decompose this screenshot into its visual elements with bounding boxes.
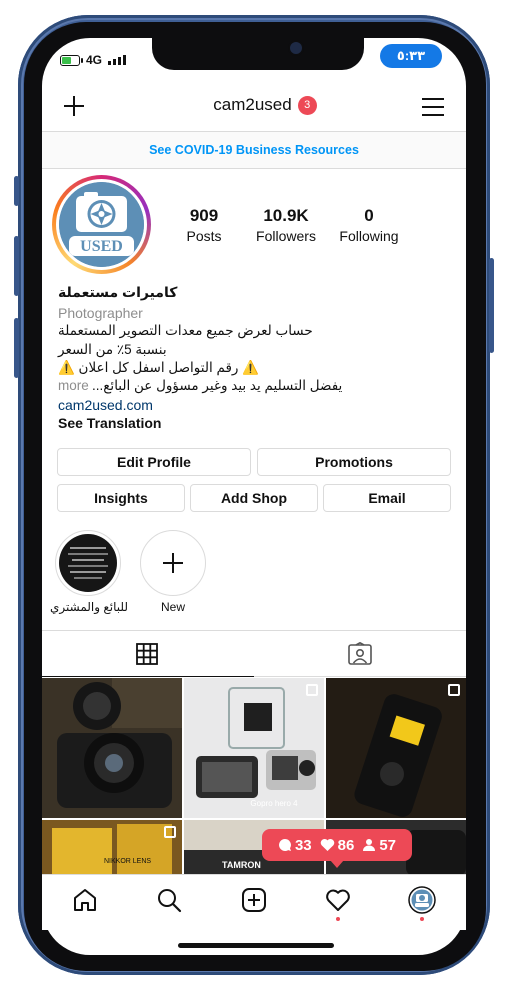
see-translation-link[interactable]: See Translation bbox=[58, 415, 161, 431]
signal-icon bbox=[108, 55, 127, 65]
plus-icon[interactable] bbox=[62, 94, 86, 118]
profile-username[interactable]: cam2used 3 bbox=[170, 95, 360, 115]
website-link[interactable]: cam2used.com bbox=[58, 397, 153, 413]
profile-avatar[interactable]: USED bbox=[52, 175, 151, 274]
activity-notification-pill[interactable]: 33 86 57 bbox=[262, 829, 412, 868]
volume-down-button bbox=[14, 318, 19, 378]
stat-label: Following bbox=[339, 228, 399, 244]
bio-line: يفضل التسليم يد بيد وغير مسؤول عن البائع… bbox=[92, 378, 343, 393]
profile-dot bbox=[420, 917, 424, 921]
home-icon[interactable] bbox=[72, 887, 98, 913]
search-icon[interactable] bbox=[156, 887, 182, 913]
bio-more-link[interactable]: more bbox=[58, 378, 89, 393]
avatar-logo-text: USED bbox=[80, 238, 123, 255]
profile-category: Photographer bbox=[58, 305, 143, 321]
activity-heart-icon[interactable] bbox=[325, 887, 351, 913]
username-text: cam2used bbox=[213, 95, 292, 114]
new-post-icon[interactable] bbox=[241, 887, 267, 913]
edit-profile-button[interactable]: Edit Profile bbox=[57, 448, 251, 476]
followers-count: 57 bbox=[362, 837, 396, 854]
notification-badge: 3 bbox=[297, 95, 317, 115]
comments-count: 33 bbox=[278, 837, 312, 854]
plus-icon bbox=[163, 553, 183, 573]
heart-icon bbox=[320, 838, 334, 851]
likes-count: 86 bbox=[320, 836, 355, 854]
banner-divider bbox=[42, 168, 466, 169]
post-image bbox=[42, 678, 182, 818]
profile-tab-avatar[interactable] bbox=[408, 886, 436, 914]
highlight-thumbnail bbox=[59, 534, 117, 592]
status-bar-left: 4G bbox=[60, 53, 127, 67]
stat-value: 0 bbox=[364, 206, 374, 225]
stat-followers[interactable]: 10.9K Followers bbox=[246, 206, 326, 244]
person-icon bbox=[363, 839, 376, 851]
stat-value: 909 bbox=[189, 206, 219, 225]
grid-post[interactable]: Gopro hero 4 bbox=[184, 678, 324, 818]
grid-post-caption: Gopro hero 4 bbox=[250, 799, 298, 808]
bio-line: حساب لعرض جميع معدات التصوير المستعملة bbox=[58, 323, 313, 338]
stat-posts[interactable]: 909 Posts bbox=[164, 206, 244, 244]
menu-icon[interactable] bbox=[422, 97, 444, 117]
grid-post-caption: TAMRON bbox=[222, 860, 261, 870]
bio-line: ⚠️ رقم التواصل اسفل كل اعلان ⚠️ bbox=[58, 360, 259, 375]
post-image bbox=[326, 678, 466, 818]
comment-icon bbox=[279, 839, 291, 851]
new-highlight-button[interactable] bbox=[140, 530, 206, 596]
stat-label: Posts bbox=[186, 228, 222, 244]
multiple-photos-icon bbox=[306, 684, 318, 696]
grid-post[interactable] bbox=[42, 678, 182, 818]
tab-divider bbox=[254, 676, 466, 677]
promotions-button[interactable]: Promotions bbox=[257, 448, 451, 476]
home-indicator bbox=[178, 943, 334, 948]
highlight-story[interactable] bbox=[55, 530, 121, 596]
volume-up-button bbox=[14, 236, 19, 296]
post-image bbox=[184, 678, 324, 818]
insights-button[interactable]: Insights bbox=[57, 484, 185, 512]
grid-post[interactable]: NIKKOR LENS bbox=[42, 820, 182, 876]
tabs-divider bbox=[42, 630, 466, 631]
email-button[interactable]: Email bbox=[323, 484, 451, 512]
stat-following[interactable]: 0 Following bbox=[329, 206, 409, 244]
active-tab-indicator bbox=[42, 676, 254, 677]
front-camera bbox=[290, 42, 302, 54]
likes-value: 86 bbox=[337, 836, 355, 854]
grid-icon[interactable] bbox=[135, 642, 159, 666]
stat-value: 10.9K bbox=[263, 206, 309, 225]
tagged-icon[interactable] bbox=[347, 642, 373, 666]
multiple-photos-icon bbox=[448, 684, 460, 696]
grid-post[interactable] bbox=[326, 678, 466, 818]
mute-switch bbox=[14, 176, 19, 206]
power-button bbox=[489, 258, 494, 353]
notch bbox=[152, 38, 364, 70]
bottom-navigation bbox=[42, 874, 466, 930]
status-time: ٥:٣٣ bbox=[380, 44, 442, 68]
comments-value: 33 bbox=[294, 836, 312, 854]
multiple-photos-icon bbox=[164, 826, 176, 838]
add-shop-button[interactable]: Add Shop bbox=[190, 484, 318, 512]
followers-value: 57 bbox=[379, 836, 397, 854]
bio-line: بنسبة 5٪ من السعر bbox=[58, 342, 167, 357]
profile-display-name: كاميرات مستعملة bbox=[58, 284, 178, 300]
post-image bbox=[42, 820, 182, 876]
grid-post-caption: NIKKOR LENS bbox=[104, 858, 152, 865]
stat-label: Followers bbox=[256, 228, 316, 244]
highlight-label: للبائع والمشتري bbox=[49, 600, 129, 614]
highlight-label: New bbox=[160, 600, 185, 614]
battery-icon bbox=[60, 54, 83, 66]
activity-dot bbox=[336, 917, 340, 921]
covid-banner-link[interactable]: See COVID-19 Business Resources bbox=[42, 132, 466, 168]
network-type: 4G bbox=[86, 53, 103, 67]
